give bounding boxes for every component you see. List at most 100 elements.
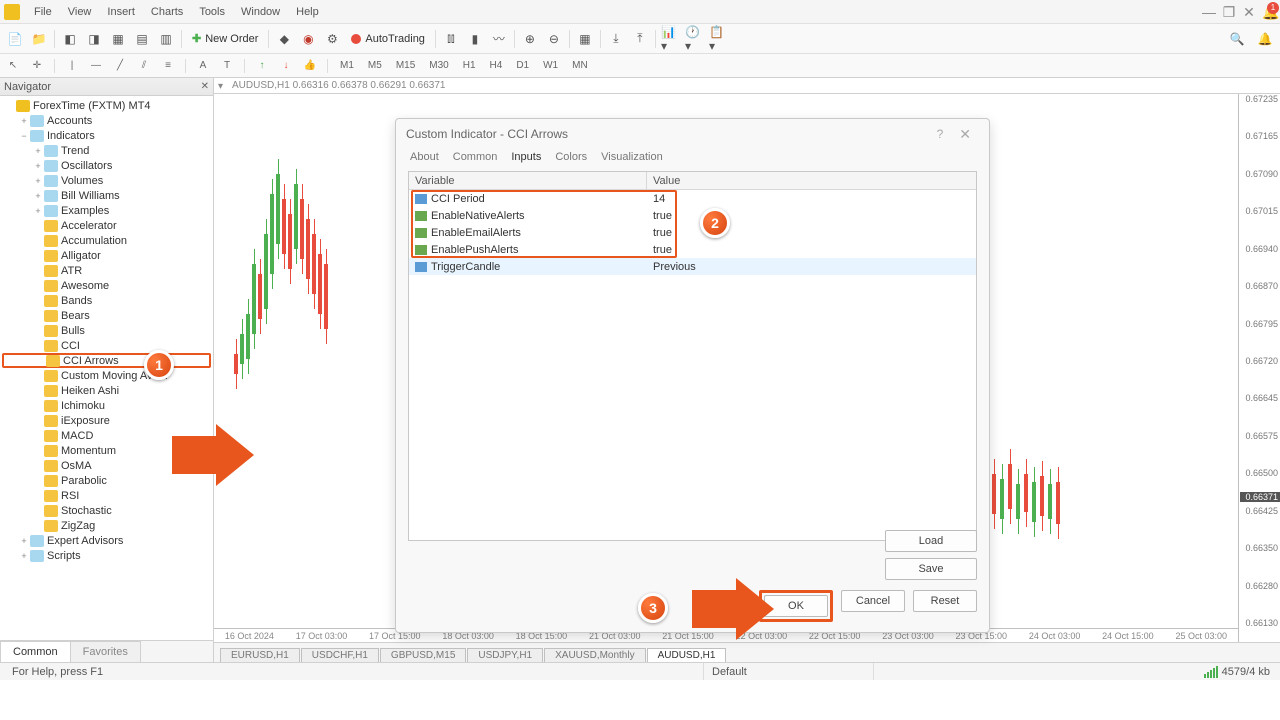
- timeframe-m15[interactable]: M15: [392, 60, 419, 71]
- tree-item-bill-williams[interactable]: +Bill Williams: [0, 188, 213, 203]
- timeframe-h4[interactable]: H4: [486, 60, 507, 71]
- tree-item-zigzag[interactable]: ZigZag: [0, 518, 213, 533]
- timeframe-m5[interactable]: M5: [364, 60, 386, 71]
- menu-tools[interactable]: Tools: [191, 6, 233, 18]
- menu-view[interactable]: View: [60, 6, 100, 18]
- thumbs-up-icon[interactable]: 👍: [301, 57, 319, 75]
- terminal-icon[interactable]: ▤: [131, 28, 153, 50]
- navigator-tab-common[interactable]: Common: [0, 641, 71, 662]
- chart-tab-gbpusd-m15[interactable]: GBPUSD,M15: [380, 648, 466, 662]
- timeframe-m30[interactable]: M30: [425, 60, 452, 71]
- navigator-tab-favorites[interactable]: Favorites: [70, 641, 141, 662]
- chart-tab-eurusd-h1[interactable]: EURUSD,H1: [220, 648, 300, 662]
- indicators-icon[interactable]: 📊▾: [660, 28, 682, 50]
- expert-icon[interactable]: ◉: [297, 28, 319, 50]
- tree-item-accounts[interactable]: +Accounts: [0, 113, 213, 128]
- tree-item-accelerator[interactable]: Accelerator: [0, 218, 213, 233]
- chart-tab-usdjpy-h1[interactable]: USDJPY,H1: [467, 648, 543, 662]
- chart-dropdown-icon[interactable]: ▾: [218, 81, 228, 91]
- tree-item-cci[interactable]: CCI: [0, 338, 213, 353]
- strategy-tester-icon[interactable]: ▥: [155, 28, 177, 50]
- tree-item-oscillators[interactable]: +Oscillators: [0, 158, 213, 173]
- dialog-tab-inputs[interactable]: Inputs: [509, 149, 543, 165]
- tree-item-bulls[interactable]: Bulls: [0, 323, 213, 338]
- zoom-in-icon[interactable]: ⊕: [519, 28, 541, 50]
- trendline-icon[interactable]: ╱: [111, 57, 129, 75]
- input-row-triggercandle[interactable]: TriggerCandlePrevious: [409, 258, 976, 275]
- chart-tab-audusd-h1[interactable]: AUDUSD,H1: [647, 648, 727, 662]
- fibonacci-icon[interactable]: ≡: [159, 57, 177, 75]
- navigator-icon[interactable]: ▦: [107, 28, 129, 50]
- text-icon[interactable]: A: [194, 57, 212, 75]
- alerts-icon[interactable]: 🔔: [1254, 28, 1276, 50]
- dialog-help-icon[interactable]: ?: [929, 127, 952, 141]
- tree-item-custom-moving-ave-[interactable]: Custom Moving Ave...: [0, 368, 213, 383]
- window-minimize-icon[interactable]: —: [1202, 5, 1216, 19]
- tree-item-alligator[interactable]: Alligator: [0, 248, 213, 263]
- cursor-icon[interactable]: ↖: [4, 57, 22, 75]
- save-button[interactable]: Save: [885, 558, 977, 580]
- window-restore-icon[interactable]: ❐: [1222, 5, 1236, 19]
- menu-help[interactable]: Help: [288, 6, 327, 18]
- data-window-icon[interactable]: ◨: [83, 28, 105, 50]
- bar-chart-icon[interactable]: ⫾⫾: [440, 28, 462, 50]
- dialog-close-icon[interactable]: ✕: [951, 126, 979, 143]
- reset-button[interactable]: Reset: [913, 590, 977, 612]
- dialog-tab-colors[interactable]: Colors: [553, 149, 589, 165]
- menu-window[interactable]: Window: [233, 6, 288, 18]
- tree-item-bears[interactable]: Bears: [0, 308, 213, 323]
- search-icon[interactable]: 🔍: [1226, 28, 1248, 50]
- chart-tab-xauusd-monthly[interactable]: XAUUSD,Monthly: [544, 648, 645, 662]
- arrow-up-icon[interactable]: ↑: [253, 57, 271, 75]
- cancel-button[interactable]: Cancel: [841, 590, 905, 612]
- new-order-button[interactable]: ✚New Order: [186, 28, 264, 50]
- zoom-out-icon[interactable]: ⊖: [543, 28, 565, 50]
- tree-item-accumulation[interactable]: Accumulation: [0, 233, 213, 248]
- timeframe-m1[interactable]: M1: [336, 60, 358, 71]
- tree-item-parabolic[interactable]: Parabolic: [0, 473, 213, 488]
- label-icon[interactable]: T: [218, 57, 236, 75]
- menu-insert[interactable]: Insert: [99, 6, 143, 18]
- timeframe-h1[interactable]: H1: [459, 60, 480, 71]
- periods-icon[interactable]: 🕐▾: [684, 28, 706, 50]
- input-row-cci-period[interactable]: CCI Period14: [409, 190, 976, 207]
- tree-root[interactable]: ForexTime (FXTM) MT4: [0, 98, 213, 113]
- templates-icon[interactable]: 📋▾: [708, 28, 730, 50]
- vertical-line-icon[interactable]: |: [63, 57, 81, 75]
- tree-item-bands[interactable]: Bands: [0, 293, 213, 308]
- crosshair-icon[interactable]: ✛: [28, 57, 46, 75]
- tree-item-awesome[interactable]: Awesome: [0, 278, 213, 293]
- tree-item-expert-advisors[interactable]: +Expert Advisors: [0, 533, 213, 548]
- menu-charts[interactable]: Charts: [143, 6, 191, 18]
- channel-icon[interactable]: ⫽: [135, 57, 153, 75]
- navigator-tree[interactable]: ForexTime (FXTM) MT4+Accounts−Indicators…: [0, 96, 213, 640]
- dialog-tab-about[interactable]: About: [408, 149, 441, 165]
- dialog-tab-visualization[interactable]: Visualization: [599, 149, 665, 165]
- timeframe-mn[interactable]: MN: [568, 60, 592, 71]
- timeframe-w1[interactable]: W1: [539, 60, 562, 71]
- input-row-enablenativealerts[interactable]: EnableNativeAlertstrue: [409, 207, 976, 224]
- new-chart-icon[interactable]: 📄: [4, 28, 26, 50]
- input-row-enablepushalerts[interactable]: EnablePushAlertstrue: [409, 241, 976, 258]
- profiles-icon[interactable]: 📁: [28, 28, 50, 50]
- tree-item-volumes[interactable]: +Volumes: [0, 173, 213, 188]
- tree-item-iexposure[interactable]: iExposure: [0, 413, 213, 428]
- market-watch-icon[interactable]: ◧: [59, 28, 81, 50]
- tile-icon[interactable]: ▦: [574, 28, 596, 50]
- horizontal-line-icon[interactable]: —: [87, 57, 105, 75]
- tree-item-examples[interactable]: +Examples: [0, 203, 213, 218]
- line-chart-icon[interactable]: 〰: [488, 28, 510, 50]
- auto-scroll-icon[interactable]: ⤓: [605, 28, 627, 50]
- tree-item-scripts[interactable]: +Scripts: [0, 548, 213, 563]
- tree-item-ichimoku[interactable]: Ichimoku: [0, 398, 213, 413]
- tree-item-rsi[interactable]: RSI: [0, 488, 213, 503]
- tree-item-atr[interactable]: ATR: [0, 263, 213, 278]
- tree-item-indicators[interactable]: −Indicators: [0, 128, 213, 143]
- input-row-enableemailalerts[interactable]: EnableEmailAlertstrue: [409, 224, 976, 241]
- tree-item-trend[interactable]: +Trend: [0, 143, 213, 158]
- metaquotes-icon[interactable]: ◆: [273, 28, 295, 50]
- tree-item-heiken-ashi[interactable]: Heiken Ashi: [0, 383, 213, 398]
- menu-file[interactable]: File: [26, 6, 60, 18]
- tree-item-cci-arrows[interactable]: CCI Arrows: [2, 353, 211, 368]
- load-button[interactable]: Load: [885, 530, 977, 552]
